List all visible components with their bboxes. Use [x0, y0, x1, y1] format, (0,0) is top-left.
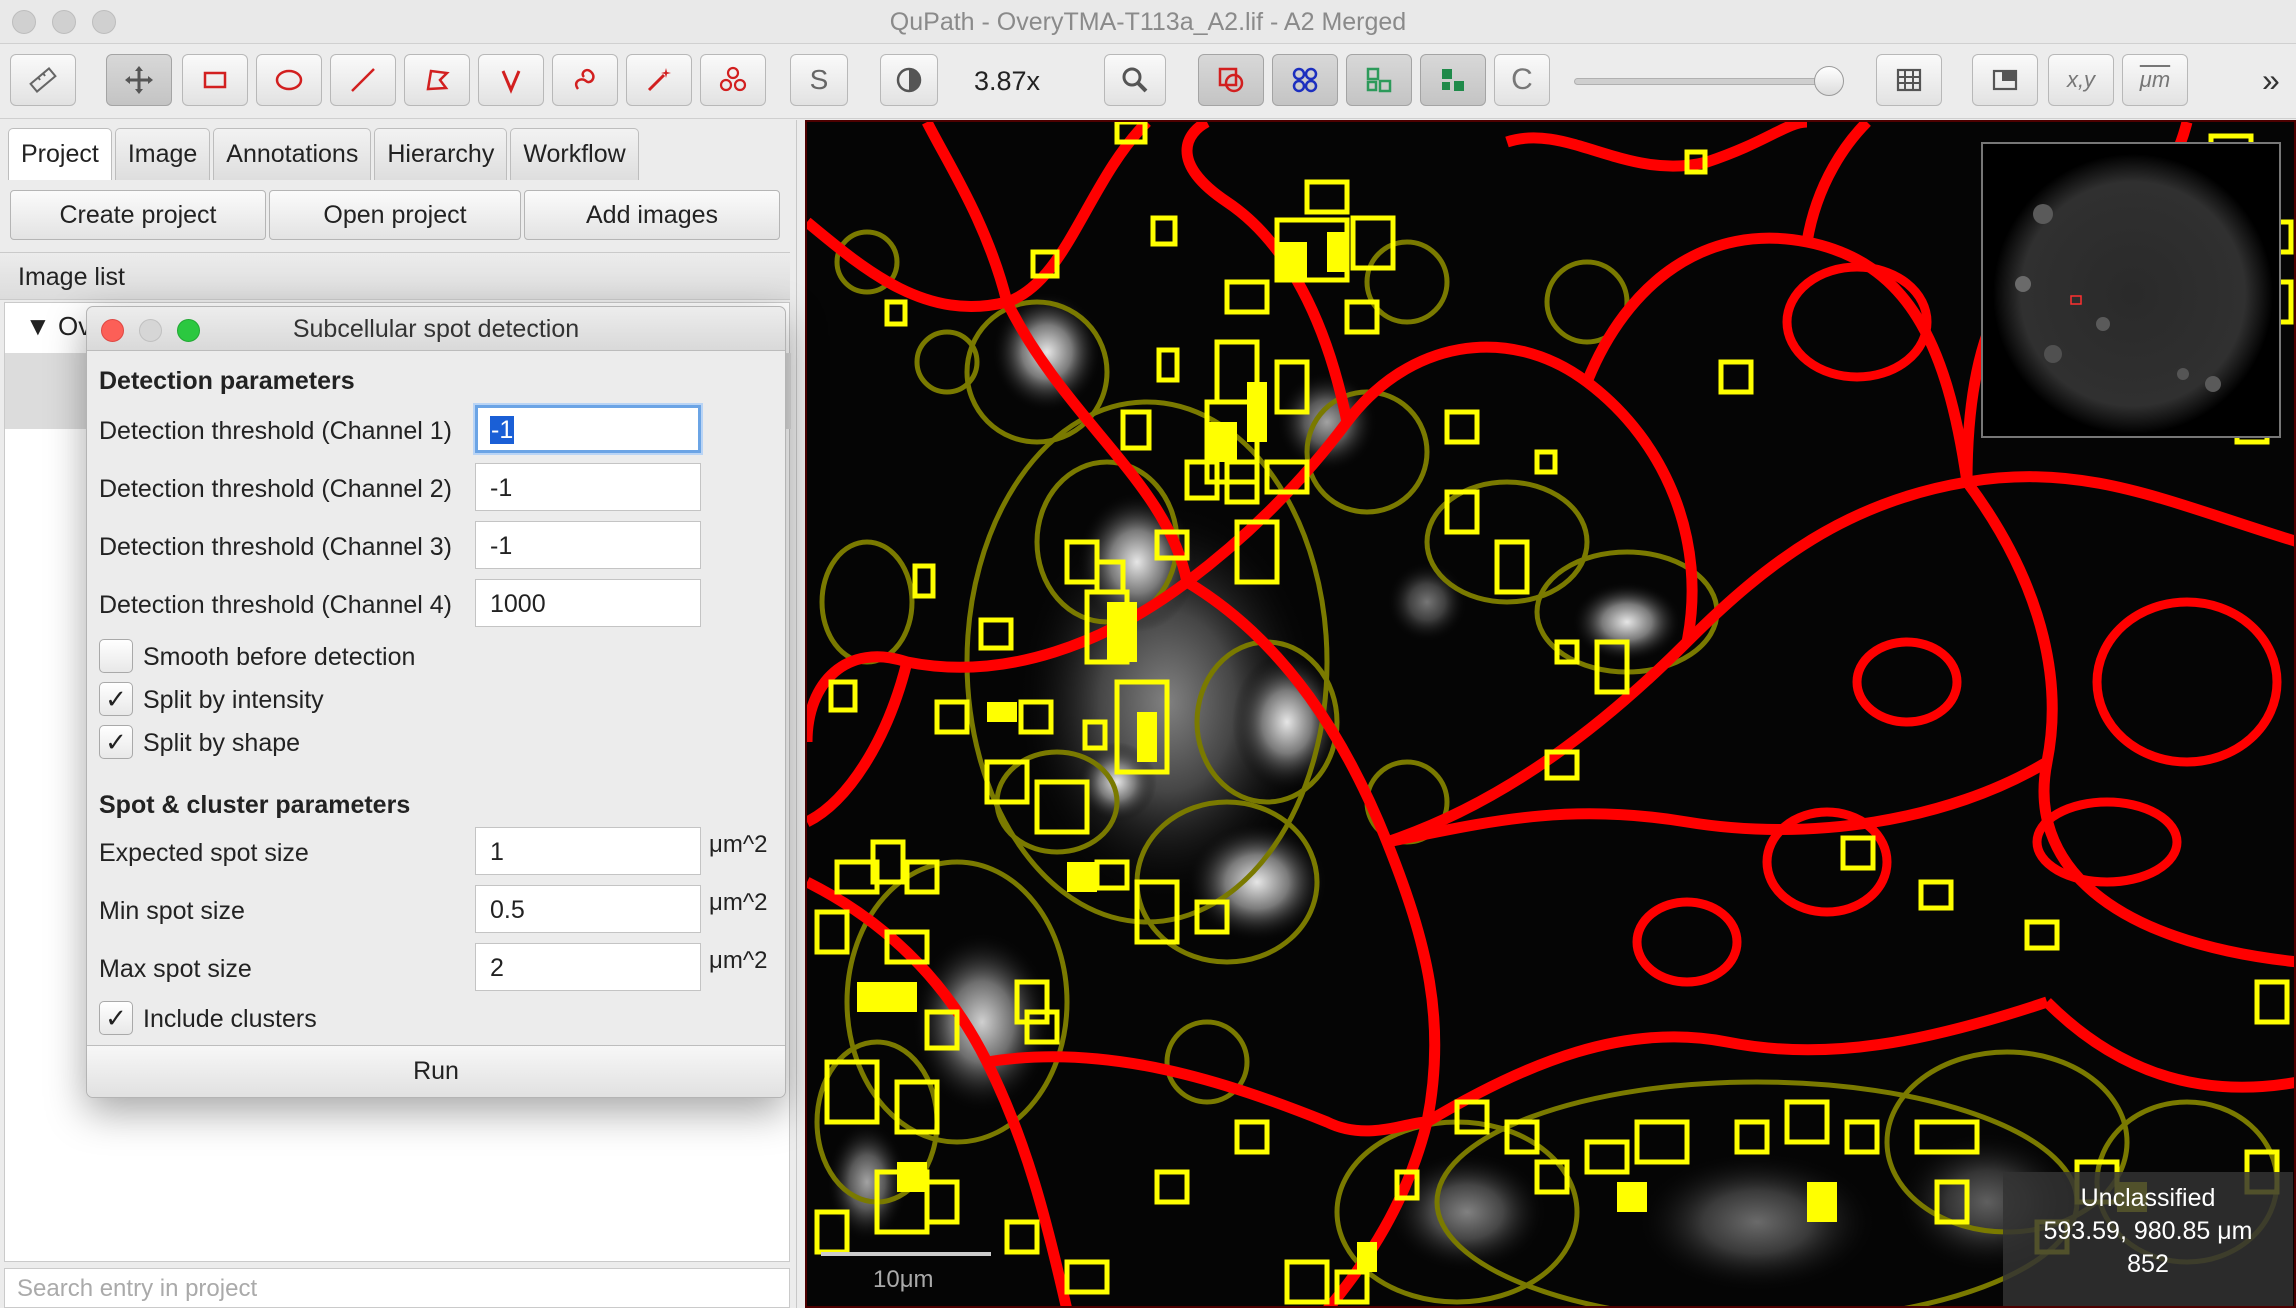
zoom-level: 3.87x: [974, 66, 1041, 96]
overview-image: [1993, 154, 2273, 434]
checkmark-icon: ✓: [105, 726, 127, 757]
checkmark-icon: ✓: [105, 1002, 127, 1033]
tab-hierarchy[interactable]: Hierarchy: [374, 128, 508, 180]
threshold-ch1-value: -1: [490, 416, 515, 444]
image-viewer[interactable]: 10μm Unclassified 593.59, 980.85 μm 852: [805, 120, 2296, 1308]
split-intensity-label: Split by intensity: [143, 686, 324, 714]
show-tma-grid-icon[interactable]: [1272, 54, 1338, 106]
run-button[interactable]: Run: [87, 1045, 785, 1097]
tab-workflow[interactable]: Workflow: [510, 128, 639, 180]
polyline-icon[interactable]: [478, 54, 544, 106]
opacity-slider-track[interactable]: [1574, 78, 1836, 85]
max-spot-size-input[interactable]: 2: [475, 943, 701, 991]
opacity-slider-thumb[interactable]: [1814, 66, 1844, 96]
tab-image[interactable]: Image: [114, 128, 211, 180]
threshold-ch4-label: Detection threshold (Channel 4): [99, 591, 452, 619]
split-shape-checkbox[interactable]: ✓: [99, 725, 133, 759]
points-icon[interactable]: [700, 54, 766, 106]
s-button-label: S: [809, 64, 829, 95]
window-title: QuPath - OveryTMA-T113a_A2.lif - A2 Merg…: [889, 8, 1407, 36]
max-spot-size-label: Max spot size: [99, 955, 252, 983]
split-intensity-checkbox[interactable]: ✓: [99, 682, 133, 716]
show-location-button[interactable]: x,y: [2048, 54, 2114, 106]
checkmark-icon: ✓: [105, 683, 127, 714]
smooth-label: Smooth before detection: [143, 643, 416, 671]
search-entry-input[interactable]: Search entry in project: [4, 1268, 790, 1308]
threshold-ch2-input[interactable]: -1: [475, 463, 701, 511]
add-images-button[interactable]: Add images: [524, 190, 780, 240]
min-spot-size-unit: μm^2: [709, 889, 768, 916]
show-scalebar-button[interactable]: μm: [2122, 54, 2188, 106]
scale-bar: [821, 1252, 991, 1256]
overview-thumbnail[interactable]: [1981, 142, 2281, 438]
detection-parameters-heading: Detection parameters: [99, 367, 355, 395]
threshold-ch2-label: Detection threshold (Channel 2): [99, 475, 452, 503]
spot-cluster-parameters-heading: Spot & cluster parameters: [99, 791, 411, 819]
project-tree-root[interactable]: ▼ Ov: [25, 311, 91, 342]
contrast-icon[interactable]: [880, 54, 938, 106]
include-clusters-checkbox[interactable]: ✓: [99, 1001, 133, 1035]
expected-spot-size-label: Expected spot size: [99, 839, 309, 867]
rectangle-icon[interactable]: [182, 54, 248, 106]
include-clusters-label: Include clusters: [143, 1005, 317, 1033]
ruler-icon[interactable]: [10, 54, 76, 106]
cursor-coordinates: 593.59, 980.85 μm: [2043, 1217, 2253, 1245]
polygon-icon[interactable]: [404, 54, 470, 106]
toolbar-overflow-button[interactable]: »: [2262, 62, 2280, 99]
tab-project[interactable]: Project: [8, 128, 112, 180]
c-button-label: C: [1511, 63, 1533, 96]
expected-spot-size-unit: μm^2: [709, 831, 768, 858]
show-detections-icon[interactable]: [1346, 54, 1412, 106]
zoom-to-fit-icon[interactable]: [1104, 54, 1166, 106]
scale-bar-label: 10μm: [873, 1266, 934, 1293]
s-button[interactable]: S: [790, 54, 848, 106]
create-project-button[interactable]: Create project: [10, 190, 266, 240]
panel-tabs: Project Image Annotations Hierarchy Work…: [8, 128, 642, 180]
c-button[interactable]: C: [1494, 54, 1550, 106]
min-spot-size-input[interactable]: 0.5: [475, 885, 701, 933]
expected-spot-size-input[interactable]: 1: [475, 827, 701, 875]
dialog-title-bar: Subcellular spot detection: [87, 307, 785, 351]
dialog-title: Subcellular spot detection: [292, 315, 580, 343]
image-list-header: Image list: [0, 252, 790, 300]
move-icon[interactable]: [106, 54, 172, 106]
table-icon[interactable]: [1876, 54, 1942, 106]
classification-label: Unclassified: [2080, 1184, 2216, 1212]
split-shape-label: Split by shape: [143, 729, 301, 757]
fill-detections-icon[interactable]: [1420, 54, 1486, 106]
open-project-button[interactable]: Open project: [269, 190, 521, 240]
qupath-window: QuPath - OveryTMA-T113a_A2.lif - A2 Merg…: [0, 0, 2296, 1308]
threshold-ch4-input[interactable]: 1000: [475, 579, 701, 627]
pixel-value: 852: [2127, 1250, 2169, 1278]
main-toolbar: S 3.87x C x,y μm »: [0, 44, 2296, 119]
show-annotations-icon[interactable]: [1198, 54, 1264, 106]
overview-icon[interactable]: [1972, 54, 2038, 106]
tab-annotations[interactable]: Annotations: [213, 128, 372, 180]
min-spot-size-label: Min spot size: [99, 897, 245, 925]
line-icon[interactable]: [330, 54, 396, 106]
title-bar: QuPath - OveryTMA-T113a_A2.lif - A2 Merg…: [0, 0, 2296, 44]
ellipse-icon[interactable]: [256, 54, 322, 106]
threshold-ch3-input[interactable]: -1: [475, 521, 701, 569]
expand-triangle-icon[interactable]: ▼: [25, 311, 58, 341]
brush-icon[interactable]: [552, 54, 618, 106]
um-label: μm: [2139, 67, 2171, 92]
spot-detection-dialog: Subcellular spot detection Detection par…: [86, 306, 786, 1098]
max-spot-size-unit: μm^2: [709, 947, 768, 974]
threshold-ch1-input[interactable]: -1: [475, 405, 701, 453]
xy-label: x,y: [2066, 67, 2096, 92]
wand-icon[interactable]: [626, 54, 692, 106]
cursor-info-box: Unclassified 593.59, 980.85 μm 852: [2003, 1172, 2293, 1306]
project-buttons: Create project Open project Add images: [10, 190, 783, 240]
threshold-ch1-label: Detection threshold (Channel 1): [99, 417, 452, 445]
smooth-checkbox[interactable]: [99, 639, 133, 673]
threshold-ch3-label: Detection threshold (Channel 3): [99, 533, 452, 561]
